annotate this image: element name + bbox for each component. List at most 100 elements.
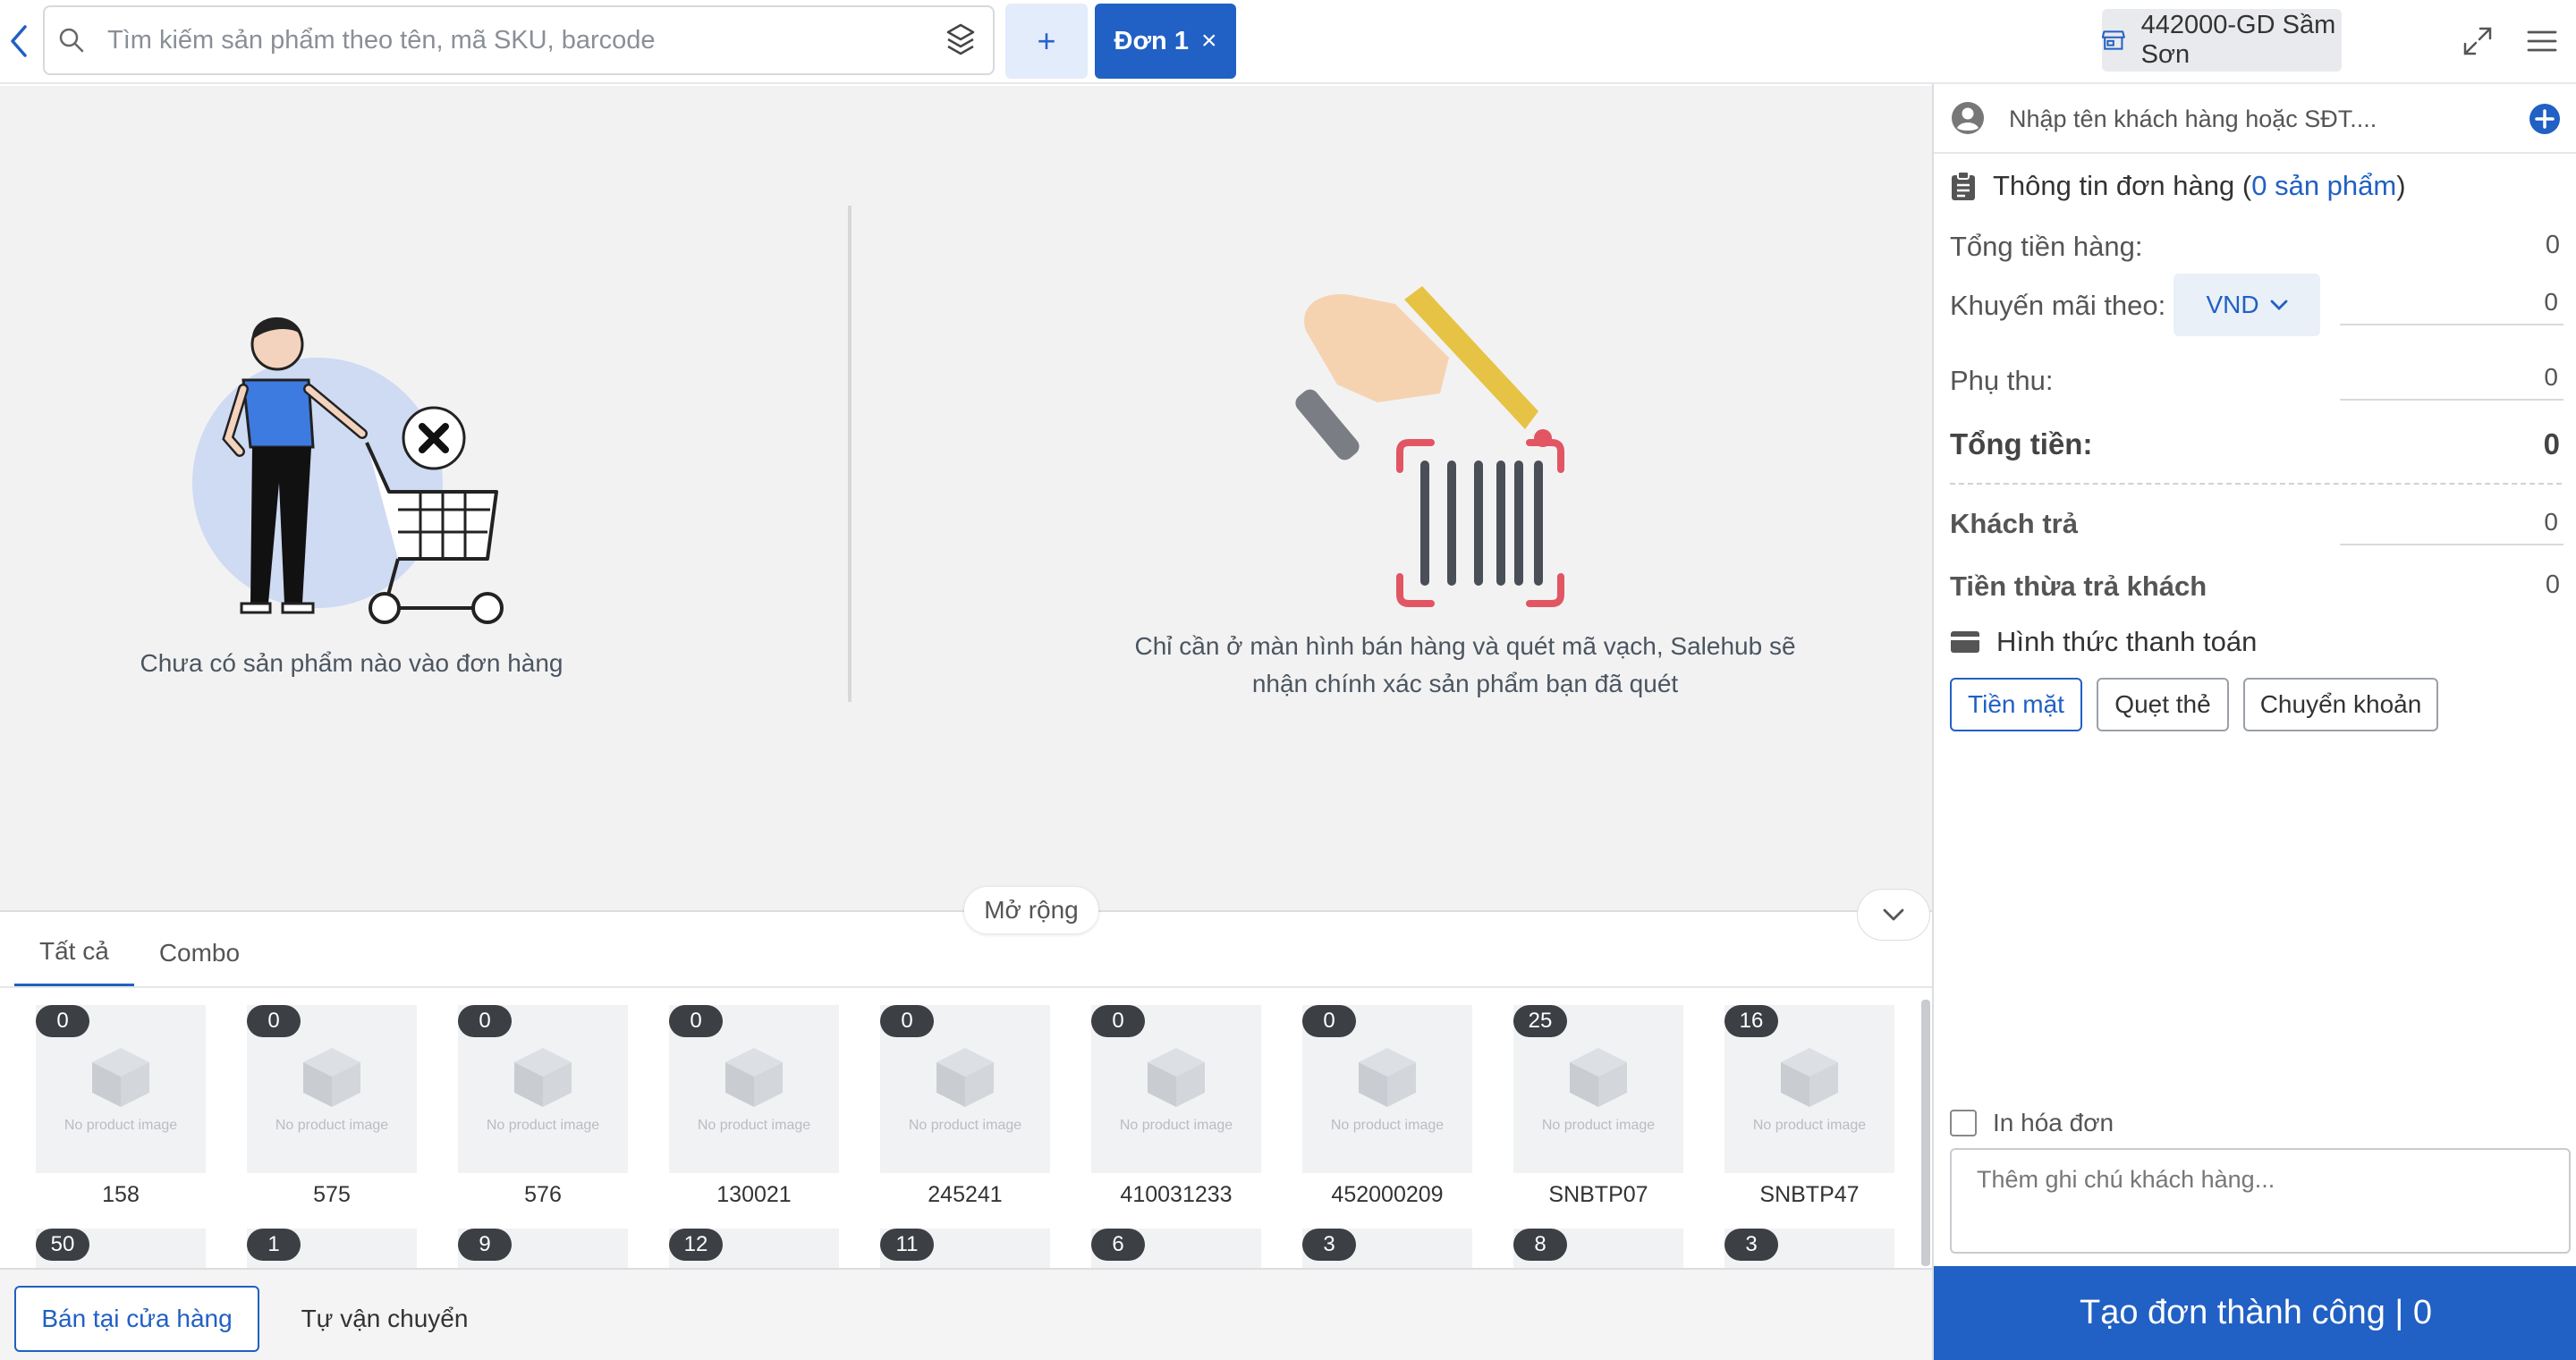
product-card[interactable]: No product image 0 130021: [669, 1005, 839, 1208]
stock-badge: 3: [1302, 1229, 1356, 1261]
back-button[interactable]: [5, 21, 32, 61]
pay-card-button[interactable]: Quẹt thẻ: [2097, 678, 2229, 731]
order-info-title: Thông tin đơn hàng (0 sản phẩm): [1950, 170, 2406, 202]
product-card[interactable]: No product image 0 576: [458, 1005, 628, 1208]
product-name: 576: [524, 1182, 562, 1207]
product-card[interactable]: 3: [1302, 1229, 1472, 1270]
layers-icon[interactable]: [928, 7, 993, 73]
total-value: 0: [2543, 427, 2560, 460]
expand-button[interactable]: Mở rộng: [964, 887, 1098, 933]
scan-instructions: Chỉ cần ở màn hình bán hàng và quét mã v…: [1118, 628, 1812, 703]
close-icon[interactable]: ×: [1201, 26, 1217, 56]
store-label: 442000-GD Sầm Sơn: [2140, 11, 2336, 69]
box-icon: [92, 1048, 149, 1107]
no-image-text: No product image: [1119, 1118, 1233, 1133]
print-invoice-checkbox[interactable]: [1950, 1110, 1977, 1136]
product-tabs: Tất cả Combo: [14, 919, 265, 987]
user-icon: [1952, 102, 1984, 134]
search-icon: [45, 7, 98, 73]
product-card[interactable]: 12: [669, 1229, 839, 1270]
product-card[interactable]: 8: [1513, 1229, 1683, 1270]
pay-cash-button[interactable]: Tiền mặt: [1950, 678, 2082, 731]
product-card[interactable]: 1: [247, 1229, 417, 1270]
box-icon: [725, 1048, 783, 1107]
product-card[interactable]: No product image 25 SNBTP07: [1513, 1005, 1683, 1208]
box-icon: [1359, 1048, 1416, 1107]
discount-unit-select[interactable]: VND: [2174, 274, 2320, 336]
stock-badge: 8: [1513, 1229, 1567, 1261]
sale-mode-bar: Bán tại cửa hàng Tự vận chuyển: [0, 1268, 1932, 1360]
pay-transfer-button[interactable]: Chuyển khoản: [2243, 678, 2438, 731]
stock-badge: 16: [1724, 1005, 1778, 1037]
surcharge-input[interactable]: 0: [2340, 356, 2563, 401]
stock-badge: 0: [458, 1005, 512, 1037]
expand-icon: [2463, 27, 2492, 55]
product-card[interactable]: No product image 0 410031233: [1091, 1005, 1261, 1208]
stock-badge: 50: [36, 1229, 89, 1261]
product-card[interactable]: No product image 0 452000209: [1302, 1005, 1472, 1208]
stock-badge: 0: [1302, 1005, 1356, 1037]
product-card[interactable]: 6: [1091, 1229, 1261, 1270]
customer-paid-input[interactable]: 0: [2340, 501, 2563, 545]
product-name: 245241: [928, 1182, 1003, 1207]
stock-badge: 6: [1091, 1229, 1145, 1261]
product-card[interactable]: No product image 16 SNBTP47: [1724, 1005, 1894, 1208]
no-image-text: No product image: [1541, 1118, 1656, 1133]
stock-badge: 0: [247, 1005, 301, 1037]
tab-order-1[interactable]: Đơn 1 ×: [1095, 4, 1236, 79]
print-invoice-row: In hóa đơn: [1950, 1109, 2114, 1137]
box-icon: [514, 1048, 572, 1107]
tab-all[interactable]: Tất cả: [14, 919, 134, 987]
total-label: Tổng tiền:: [1950, 427, 2093, 460]
product-card[interactable]: 9: [458, 1229, 628, 1270]
add-customer-icon[interactable]: [2528, 102, 2562, 136]
clipboard-icon: [1952, 171, 1975, 200]
chevron-down-icon: [1883, 908, 1904, 921]
product-name: 410031233: [1120, 1182, 1233, 1207]
self-shipping-button[interactable]: Tự vận chuyển: [277, 1286, 492, 1352]
sell-in-store-button[interactable]: Bán tại cửa hàng: [14, 1286, 259, 1352]
product-card[interactable]: No product image 0 575: [247, 1005, 417, 1208]
products-panel: Tất cả Combo No product image 0 158 No p…: [0, 910, 1932, 1270]
discount-input[interactable]: 0: [2340, 281, 2563, 325]
no-image-text: No product image: [1752, 1118, 1867, 1133]
empty-cart-illustration: [192, 317, 504, 624]
chevron-down-icon: [2270, 300, 2287, 310]
stock-badge: 1: [247, 1229, 301, 1261]
stock-badge: 11: [880, 1229, 934, 1261]
tab-combo[interactable]: Combo: [134, 919, 265, 987]
product-card[interactable]: 11: [880, 1229, 1050, 1270]
customer-paid-label: Khách trả: [1950, 508, 2078, 539]
stock-badge: 9: [458, 1229, 512, 1261]
order-info-paren-open: (: [2241, 170, 2252, 201]
order-info-label: Thông tin đơn hàng: [1993, 170, 2235, 201]
no-image-text: No product image: [908, 1118, 1022, 1133]
product-grid-scrollbar[interactable]: [1921, 1000, 1930, 1266]
product-search-input[interactable]: [98, 25, 928, 55]
order-item-count[interactable]: 0 sản phẩm: [2251, 170, 2396, 201]
top-bar: + Đơn 1 × 442000-GD Sầm Sơn: [0, 0, 2576, 84]
change-value: 0: [2545, 570, 2560, 599]
stock-badge: 0: [36, 1005, 89, 1037]
store-selector-button[interactable]: 442000-GD Sầm Sơn: [2102, 9, 2342, 72]
no-products-text: Chưa có sản phẩm nào vào đơn hàng: [140, 649, 564, 677]
create-order-button[interactable]: Tạo đơn thành công | 0: [1934, 1266, 2576, 1360]
product-name: SNBTP47: [1759, 1182, 1860, 1207]
add-order-tab-button[interactable]: +: [1005, 4, 1088, 79]
stock-badge: 12: [669, 1229, 723, 1261]
collapse-button[interactable]: [1857, 889, 1930, 941]
product-card[interactable]: 3: [1724, 1229, 1894, 1270]
customer-note-input[interactable]: [1950, 1148, 2571, 1254]
menu-button[interactable]: [2524, 23, 2560, 59]
product-card[interactable]: 50: [36, 1229, 206, 1270]
subtotal-label: Tổng tiền hàng:: [1950, 231, 2143, 262]
product-grid: No product image 0 158 No product image …: [36, 1005, 1896, 1270]
fullscreen-button[interactable]: [2458, 21, 2497, 61]
product-card[interactable]: No product image 0 158: [36, 1005, 206, 1208]
product-card[interactable]: No product image 0 245241: [880, 1005, 1050, 1208]
stock-badge: 0: [1091, 1005, 1145, 1037]
product-name: 452000209: [1331, 1182, 1444, 1207]
customer-input[interactable]: [2009, 97, 2510, 141]
tabs-divider: [0, 986, 1932, 988]
total-divider: [1950, 483, 2562, 485]
